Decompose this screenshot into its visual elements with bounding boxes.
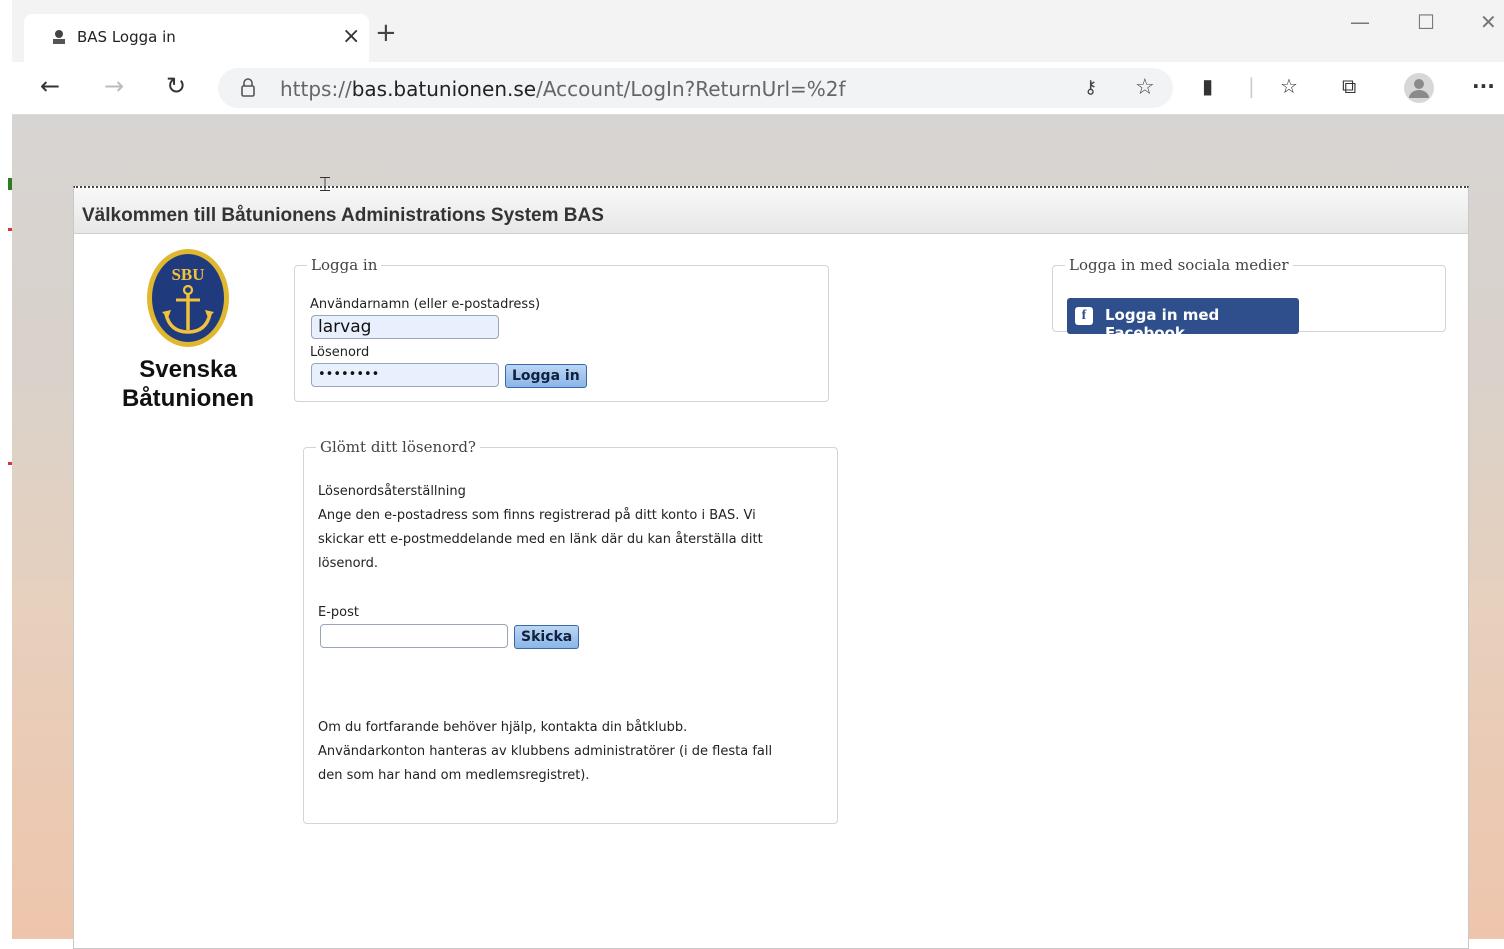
password-input[interactable]: •••••••• [311, 363, 499, 387]
user-favicon-icon [53, 30, 65, 44]
sbu-logo: SBU [147, 249, 229, 347]
reset-heading: Lösenordsåterställning [318, 484, 466, 499]
email-label: E-post [318, 605, 359, 620]
page-title: Välkommen till Båtunionens Administratio… [82, 205, 604, 226]
browser-nav-bar: ← → ↻ https://bas.batunionen.se/Account/… [12, 62, 1504, 115]
help-text-line: Om du fortfarande behöver hjälp, kontakt… [318, 720, 688, 735]
password-label: Lösenord [310, 345, 370, 360]
browser-tab-bar: BAS Logga in × + — ☐ ✕ [12, 0, 1504, 62]
panel-header: Välkommen till Båtunionens Administratio… [74, 188, 1468, 234]
facebook-icon: f [1075, 307, 1093, 325]
send-button[interactable]: Skicka [514, 625, 580, 649]
minimize-button[interactable]: — [1350, 10, 1370, 34]
profile-avatar-icon[interactable] [1403, 72, 1435, 104]
browser-tab[interactable]: BAS Logga in × [24, 14, 369, 62]
help-text-line: den som har hand om medlemsregistret). [318, 768, 590, 783]
forgot-password-legend: Glömt ditt lösenord? [320, 438, 476, 456]
logo-badge-text: SBU [171, 265, 204, 284]
text-cursor-icon: ⌶ [319, 172, 331, 196]
logo-line-1: Svenska [139, 356, 237, 383]
new-tab-button[interactable]: + [375, 20, 397, 46]
url-text: https://bas.batunionen.se/Account/LogIn?… [280, 77, 846, 101]
login-fieldset: Logga in Användarnamn (eller e-postadres… [294, 256, 829, 402]
forgot-password-fieldset: Glömt ditt lösenord? Lösenordsåterställn… [303, 438, 838, 824]
address-bar[interactable]: https://bas.batunionen.se/Account/LogIn?… [218, 68, 1173, 108]
tab-close-icon[interactable]: × [342, 24, 360, 49]
help-text-line: Användarkonton hanteras av klubbens admi… [318, 744, 773, 759]
username-label: Användarnamn (eller e-postadress) [310, 297, 541, 312]
favorites-icon[interactable]: ☆ [1280, 74, 1298, 98]
office-extension-icon[interactable]: ▮ [1202, 74, 1213, 98]
reset-text-line: Ange den e-postadress som finns registre… [318, 508, 756, 523]
username-input[interactable]: larvag [311, 315, 499, 339]
social-login-legend: Logga in med sociala medier [1069, 256, 1289, 274]
reload-icon[interactable]: ↻ [166, 72, 186, 100]
login-legend: Logga in [311, 256, 378, 274]
forward-icon[interactable]: → [104, 72, 124, 100]
toolbar-divider: | [1248, 74, 1255, 98]
logo-line-2: Båtunionen [122, 385, 254, 412]
reset-text-line: skickar ett e-postmeddelande med en länk… [318, 532, 763, 547]
social-login-fieldset: Logga in med sociala medier f Logga in m… [1052, 256, 1446, 342]
maximize-button[interactable]: ☐ [1417, 10, 1435, 34]
lock-icon [241, 78, 255, 97]
login-button[interactable]: Logga in [505, 364, 587, 388]
tab-title: BAS Logga in [77, 28, 176, 46]
reset-text-line: lösenord. [318, 556, 379, 571]
back-icon[interactable]: ← [40, 72, 60, 100]
facebook-login-button[interactable]: f Logga in med Facebook [1067, 298, 1299, 342]
main-panel: Välkommen till Båtunionens Administratio… [73, 186, 1469, 949]
email-input[interactable] [320, 624, 508, 648]
collections-icon[interactable]: ⧉ [1342, 74, 1356, 98]
key-icon[interactable]: ⚷ [1084, 77, 1097, 98]
close-window-button[interactable]: ✕ [1480, 10, 1497, 34]
add-favorite-icon[interactable]: ☆ [1135, 75, 1155, 100]
logo-wordmark: Svenska Båtunionen [104, 355, 272, 413]
facebook-login-label: Logga in med Facebook [1105, 306, 1220, 342]
left-edge-strip [0, 0, 12, 939]
more-menu-icon[interactable]: ··· [1472, 74, 1495, 98]
